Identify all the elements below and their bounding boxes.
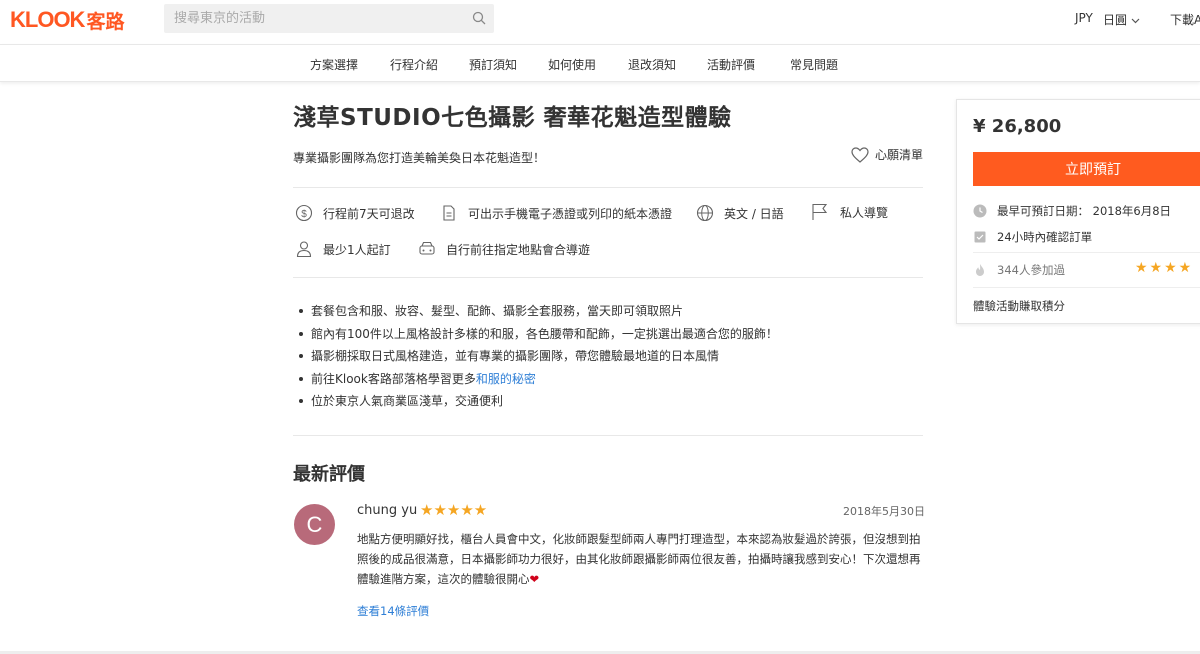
- flame-icon: [976, 264, 984, 276]
- brand-name: KLOOK: [10, 7, 85, 32]
- section-tabs: 方案選擇 行程介紹 預訂須知 如何使用 退改須知 活動評價 常見問題: [0, 44, 1200, 82]
- review-date: 2018年5月30日: [843, 505, 925, 518]
- earliest-date-label: 最早可預訂日期： 2018年6月8日: [997, 204, 1172, 218]
- tab-packages[interactable]: 方案選擇: [310, 56, 358, 73]
- page-title: 淺草STUDIO七色攝影 奢華花魁造型體驗: [293, 105, 732, 131]
- dollar-circle-icon: $: [295, 204, 313, 222]
- feature-meeting: 自行前往指定地點會合導遊: [418, 240, 590, 258]
- kimono-secret-link[interactable]: 和服的秘密: [476, 372, 536, 386]
- feature-voucher: 可出示手機電子憑證或列印的紙本憑證: [440, 204, 672, 222]
- car-icon: [419, 241, 435, 255]
- feature-min-people: 最少1人起訂: [295, 240, 391, 258]
- feature-guide: 私人導覽: [810, 202, 888, 222]
- globe-icon: [696, 204, 714, 222]
- participants-label: 344人參加過: [997, 263, 1065, 277]
- feature-meeting-label: 自行前往指定地點會合導遊: [446, 242, 591, 257]
- page-subtitle: 專業攝影團隊為您打造美輪美奐日本花魁造型！: [293, 151, 546, 165]
- list-item: 攝影棚採取日式風格建造，並有專業的攝影團隊，帶您體驗最地道的日本風情: [293, 348, 923, 371]
- highlights-list: 套餐包含和服、妝容、髮型、配飾、攝影全套服務，當天即可領取照片 館內有100件以…: [293, 303, 923, 416]
- list-item: 館內有100件以上風格設計多樣的和服，各色腰帶和配飾，一定挑選出最適合您的服飾！: [293, 326, 923, 349]
- participants-row: 344人參加過: [973, 262, 1065, 278]
- search-input[interactable]: [164, 4, 454, 33]
- feature-language-label: 英文 / 日語: [724, 206, 784, 221]
- booking-card: ¥ 26,800 立即預訂 最早可預訂日期： 2018年6月8日 24小時內確認…: [956, 99, 1200, 324]
- confirm-label: 24小時內確認訂單: [997, 230, 1093, 244]
- wishlist-label: 心願清單: [875, 148, 924, 162]
- heart-emoji-icon: ❤: [529, 572, 540, 586]
- svg-text:$: $: [301, 209, 307, 220]
- currency-name-label: 日圓: [1103, 13, 1128, 27]
- divider: [293, 187, 923, 188]
- clock-icon: [973, 204, 987, 218]
- tab-booking-notes[interactable]: 預訂須知: [469, 56, 517, 73]
- points-row: 體驗活動賺取積分: [973, 298, 1065, 314]
- divider: [293, 277, 923, 278]
- person-icon: [296, 241, 312, 258]
- feature-refund: $ 行程前7天可退改: [295, 204, 415, 222]
- tab-itinerary[interactable]: 行程介紹: [390, 56, 438, 73]
- wishlist-button[interactable]: 心願清單: [851, 146, 923, 163]
- confirm-row: 24小時內確認訂單: [973, 229, 1092, 245]
- points-label: 體驗活動賺取積分: [973, 299, 1065, 313]
- divider: [973, 287, 1200, 288]
- list-item: 前往Klook客路部落格學習更多和服的秘密: [293, 371, 923, 394]
- list-item-text: 前往Klook客路部落格學習更多: [311, 371, 476, 386]
- search-icon[interactable]: [472, 11, 486, 25]
- brand-name-cn: 客路: [86, 10, 125, 33]
- tab-faq[interactable]: 常見問題: [790, 56, 838, 73]
- calendar-check-icon: [974, 231, 986, 243]
- review-body-text: 地點方便明顯好找，櫃台人員會中文，化妝師跟髮型師兩人專門打理造型，本來認為妝髮過…: [357, 532, 921, 586]
- voucher-icon: [443, 205, 455, 221]
- reviews-section-title: 最新評價: [293, 464, 365, 485]
- tab-how-to-use[interactable]: 如何使用: [548, 56, 596, 73]
- list-item: 位於東京人氣商業區淺草，交通便利: [293, 393, 923, 416]
- heart-icon: [851, 146, 869, 163]
- currency-selector[interactable]: JPY: [1075, 11, 1093, 25]
- download-app-link[interactable]: 下載A: [1170, 11, 1200, 28]
- earliest-date-row: 最早可預訂日期： 2018年6月8日: [973, 203, 1171, 219]
- feature-voucher-label: 可出示手機電子憑證或列印的紙本憑證: [468, 206, 673, 221]
- divider: [973, 252, 1200, 253]
- tab-refund-policy[interactable]: 退改須知: [628, 56, 676, 73]
- klook-logo[interactable]: KLOOK 客路: [10, 6, 124, 34]
- book-now-button[interactable]: 立即預訂: [973, 152, 1200, 186]
- feature-refund-label: 行程前7天可退改: [323, 206, 415, 221]
- flag-icon: [812, 203, 828, 220]
- feature-language: 英文 / 日語: [696, 204, 784, 222]
- chevron-down-icon: [1131, 18, 1140, 24]
- review-text: 地點方便明顯好找，櫃台人員會中文，化妝師跟髮型師兩人專門打理造型，本來認為妝髮過…: [357, 529, 922, 589]
- feature-min-people-label: 最少1人起訂: [323, 242, 391, 257]
- tab-reviews[interactable]: 活動評價: [707, 56, 755, 73]
- divider: [293, 435, 923, 436]
- activity-star-rating: ★★★★: [1135, 260, 1194, 276]
- search-bar: [164, 4, 494, 33]
- currency-name-selector[interactable]: 日圓: [1103, 11, 1140, 28]
- view-all-reviews-link[interactable]: 查看14條評價: [357, 603, 429, 619]
- price: ¥ 26,800: [973, 116, 1062, 137]
- list-item: 套餐包含和服、妝容、髮型、配飾、攝影全套服務，當天即可領取照片: [293, 303, 923, 326]
- avatar: C: [294, 504, 335, 545]
- review-star-rating: ★★★★★: [420, 501, 488, 519]
- feature-guide-label: 私人導覽: [840, 205, 889, 220]
- reviewer-name: chung yu: [357, 503, 418, 518]
- top-header: KLOOK 客路 JPY 日圓 下載A: [0, 0, 1200, 44]
